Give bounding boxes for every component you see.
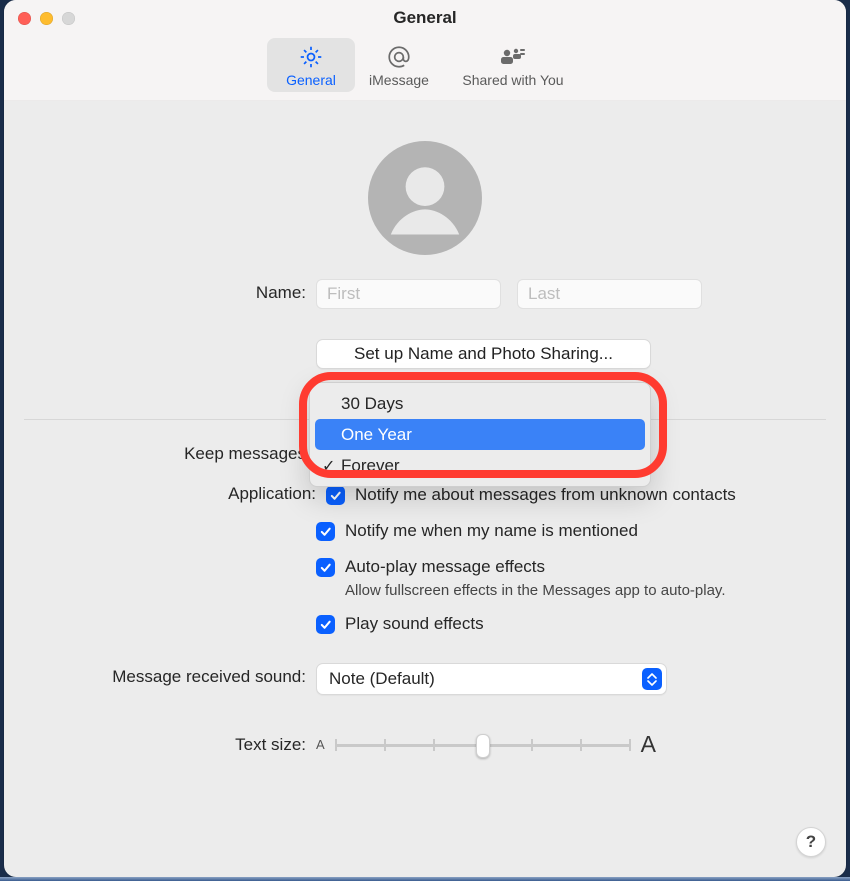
tab-shared-with-you[interactable]: Shared with You — [443, 38, 583, 92]
tab-general[interactable]: General — [267, 38, 355, 92]
select-value: Note (Default) — [329, 669, 435, 689]
tab-imessage[interactable]: iMessage — [355, 38, 443, 92]
content: Name: Set up Name and Photo Sharing... 3… — [4, 101, 846, 788]
keep-messages-label: Keep messages — [24, 440, 316, 464]
setup-name-photo-button[interactable]: Set up Name and Photo Sharing... — [316, 339, 651, 369]
checkbox-label: Notify me when my name is mentioned — [345, 520, 638, 542]
checkmark-icon: ✓ — [322, 456, 335, 476]
chevron-up-down-icon — [642, 668, 662, 690]
person-icon — [368, 141, 482, 255]
tab-label: iMessage — [355, 72, 443, 88]
tab-label: General — [267, 72, 355, 88]
text-size-small-icon: A — [316, 737, 325, 752]
text-size-label: Text size: — [24, 731, 316, 755]
checkbox-label: Notify me about messages from unknown co… — [355, 484, 736, 506]
at-icon — [355, 44, 443, 70]
menu-item-30-days[interactable]: 30 Days — [315, 388, 645, 419]
gear-icon — [267, 44, 355, 70]
profile-avatar[interactable] — [368, 141, 482, 255]
minimize-button[interactable] — [40, 12, 53, 25]
menu-item-forever[interactable]: ✓ Forever — [315, 450, 645, 481]
close-button[interactable] — [18, 12, 31, 25]
zoom-button-disabled — [62, 12, 75, 25]
menu-item-one-year[interactable]: One Year — [315, 419, 645, 450]
checkbox-label: Auto-play message effects — [345, 556, 726, 578]
slider-knob[interactable] — [476, 734, 490, 758]
dock-edge — [0, 877, 850, 881]
shared-with-you-icon — [443, 44, 583, 70]
received-sound-select[interactable]: Note (Default) — [316, 663, 667, 695]
help-button[interactable]: ? — [796, 827, 826, 857]
keep-messages-menu: 30 Days One Year ✓ Forever — [309, 382, 651, 487]
text-size-large-icon: A — [641, 731, 656, 758]
window-controls — [18, 12, 75, 25]
text-size-slider[interactable] — [335, 733, 631, 757]
name-label: Name: — [24, 279, 316, 303]
received-sound-label: Message received sound: — [24, 663, 316, 687]
checkbox-notify-unknown[interactable] — [326, 486, 345, 505]
last-name-field[interactable] — [517, 279, 702, 309]
checkbox-autoplay-effects[interactable] — [316, 558, 335, 577]
preferences-window: General General iMessage — [4, 0, 846, 877]
window-title: General — [4, 8, 846, 28]
first-name-field[interactable] — [316, 279, 501, 309]
tab-label: Shared with You — [443, 72, 583, 88]
checkbox-label: Play sound effects — [345, 613, 484, 635]
titlebar: General — [4, 0, 846, 36]
preferences-toolbar: General iMessage Shared wit — [4, 36, 846, 101]
checkbox-sound-effects[interactable] — [316, 615, 335, 634]
application-label: Application: — [228, 484, 316, 503]
checkbox-notify-mention[interactable] — [316, 522, 335, 541]
checkbox-description: Allow fullscreen effects in the Messages… — [345, 582, 726, 599]
